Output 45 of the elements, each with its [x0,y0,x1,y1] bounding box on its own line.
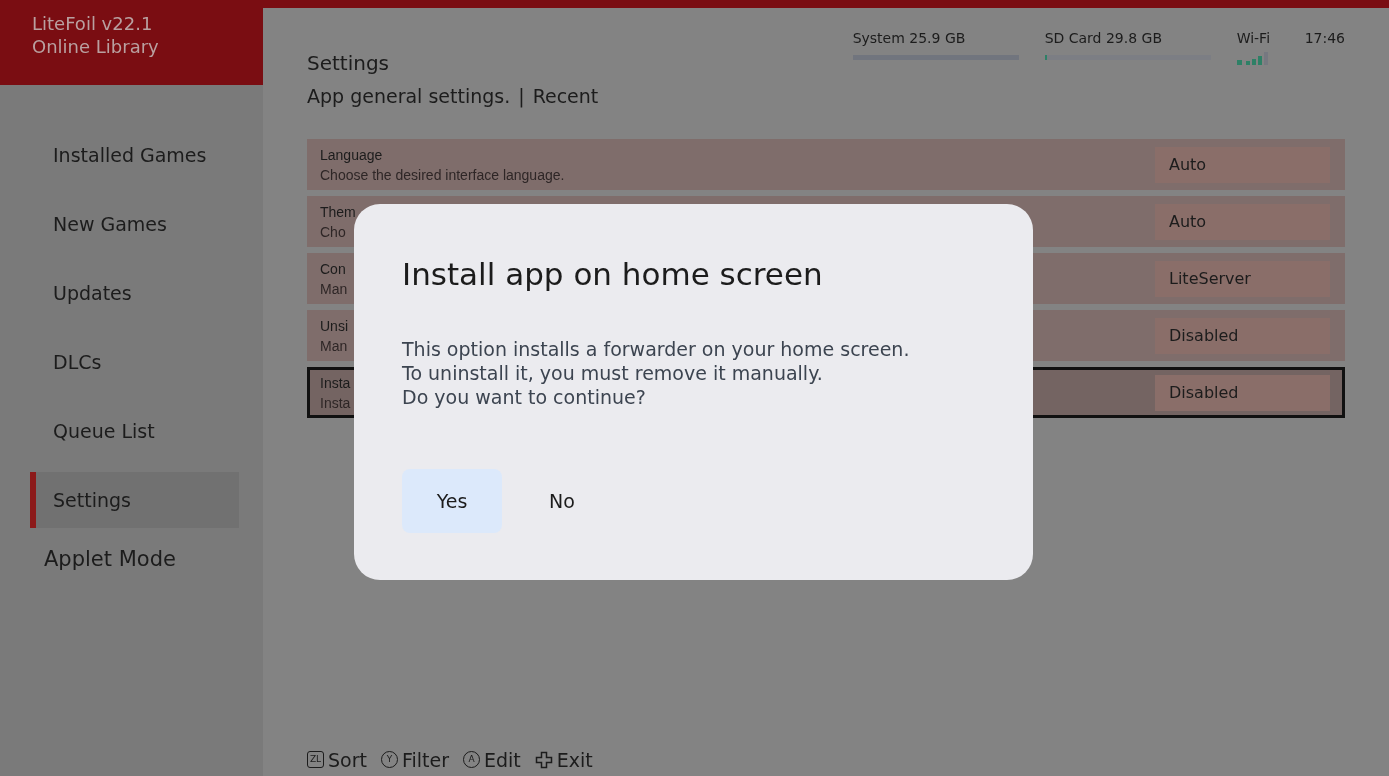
dialog-button[interactable]: No [512,469,612,534]
setting-title: Con [320,259,346,279]
setting-value: Auto [1155,146,1330,183]
page-subtitle: App general settings. [307,84,511,109]
storage-label: System 25.9 GB [852,29,967,48]
clock-time: 17:46 [1304,29,1345,48]
setting-title: Them [320,202,356,222]
app-subtitle: Online Library [32,35,160,58]
setting-description: Insta [320,393,351,413]
setting-title: Unsi [320,316,348,336]
setting-value: Disabled [1155,374,1330,411]
dialog-message-line: This option installs a forwarder on your home screen. [402,337,911,362]
hint-label: Exit [556,747,593,773]
recent-link[interactable]: Recent [532,82,599,111]
setting-value: Auto [1155,203,1330,240]
hint-label: Filter [401,747,449,773]
setting-description: Man [320,336,348,356]
setting-title: Insta [320,373,351,393]
sidebar-item[interactable]: New Games [30,196,239,252]
app-title: LiteFoil v22.1 [32,12,154,35]
button-key-icon: ZL [307,751,324,769]
setting-value: Disabled [1155,317,1330,354]
setting-row[interactable]: Language Choose the desired interface language. Auto [307,139,1345,190]
dpad-icon [534,750,553,769]
setting-title: Language [320,145,383,165]
dialog-button[interactable]: Yes [402,469,502,534]
dialog-message-line: To uninstall it, you must remove it manually. [402,361,824,386]
wifi-label: Wi-Fi [1236,29,1272,48]
mode-item[interactable]: Applet Mode [30,531,239,587]
sidebar-item[interactable]: Settings [30,472,239,528]
sidebar-item[interactable]: Queue List [30,403,239,459]
storage-label: SD Card 29.8 GB [1044,29,1164,48]
dialog-title: Install app on home screen [402,256,824,294]
setting-description: Cho [320,222,346,242]
dialog-message-line: Do you want to continue? [402,385,647,410]
sidebar-item[interactable]: Installed Games [30,127,239,183]
setting-description: Man [320,279,348,299]
separator-text: | [518,84,525,110]
setting-value: LiteServer [1155,260,1330,297]
hint-label: Sort [328,747,367,773]
sidebar-item[interactable]: Updates [30,265,239,321]
hint-label: Edit [484,747,521,773]
setting-description: Choose the desired interface language. [320,165,565,185]
sidebar-item[interactable]: DLCs [30,334,239,390]
page-title: Settings [307,50,391,77]
